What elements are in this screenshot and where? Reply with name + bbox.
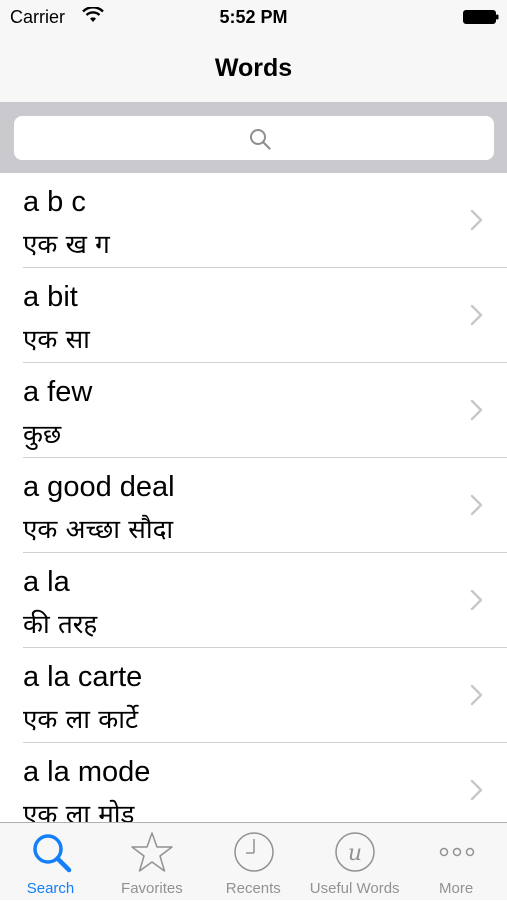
word-hindi: एक ला कार्टे: [23, 705, 139, 735]
word-hindi: एक ख ग: [23, 230, 110, 260]
chevron-right-icon: [470, 304, 483, 326]
search-input[interactable]: [14, 116, 494, 160]
tab-label: More: [439, 880, 474, 897]
word-english: a few: [23, 376, 93, 408]
word-english: a good deal: [23, 471, 175, 503]
word-row[interactable]: a la carte एक ला कार्टे: [0, 648, 507, 743]
status-bar: Carrier 5:52 PM: [0, 0, 507, 36]
tab-label: Useful Words: [309, 880, 400, 897]
clock-icon: [234, 832, 274, 872]
word-english: a la mode: [23, 756, 151, 788]
tab-useful-words[interactable]: u Useful Words: [304, 823, 405, 901]
tab-more[interactable]: More: [406, 823, 507, 901]
word-english: a bit: [23, 281, 78, 313]
chevron-right-icon: [470, 684, 483, 706]
chevron-right-icon: [470, 399, 483, 421]
search-bar: [0, 103, 507, 173]
tab-label: Favorites: [121, 880, 183, 897]
useful-words-icon: u: [335, 832, 375, 872]
word-hindi: एक अच्छा सौदा: [23, 515, 174, 545]
chevron-right-icon: [470, 589, 483, 611]
tab-label: Search: [26, 880, 75, 897]
word-hindi: की तरह: [23, 610, 98, 640]
word-english: a la: [23, 566, 70, 598]
word-row[interactable]: a few कुछ: [0, 363, 507, 458]
search-icon: [33, 834, 72, 873]
battery-icon: [463, 10, 499, 24]
word-hindi: एक ला मोड: [23, 800, 135, 822]
tab-search[interactable]: Search: [0, 823, 101, 901]
word-row[interactable]: a bit एक सा: [0, 268, 507, 363]
tab-favorites[interactable]: Favorites: [101, 823, 202, 901]
word-english: a b c: [23, 186, 86, 218]
word-row[interactable]: a la की तरह: [0, 553, 507, 648]
tab-label: Recents: [225, 880, 281, 897]
word-hindi: एक सा: [23, 325, 90, 355]
search-field[interactable]: [14, 116, 494, 160]
word-hindi: कुछ: [23, 420, 62, 450]
svg-text:u: u: [348, 841, 362, 866]
tab-recents[interactable]: Recents: [203, 823, 304, 901]
chevron-right-icon: [470, 779, 483, 801]
word-row[interactable]: a b c एक ख ग: [0, 173, 507, 268]
chevron-right-icon: [470, 209, 483, 231]
page-title: Words: [214, 54, 293, 82]
word-english: a la carte: [23, 661, 143, 693]
chevron-right-icon: [470, 494, 483, 516]
word-list: a b c एक ख ग a bit एक सा a few कुछ a good deal…: [0, 173, 507, 822]
more-icon: [439, 847, 474, 857]
star-icon: [131, 832, 174, 872]
tab-bar: Search Favorites Recents u Useful Words More: [0, 822, 507, 900]
word-row[interactable]: a la mode एक ला मोड: [0, 743, 507, 822]
word-row[interactable]: a good deal एक अच्छा सौदा: [0, 458, 507, 553]
status-time: 5:52 PM: [219, 7, 288, 27]
navigation-bar: Words: [0, 36, 507, 103]
